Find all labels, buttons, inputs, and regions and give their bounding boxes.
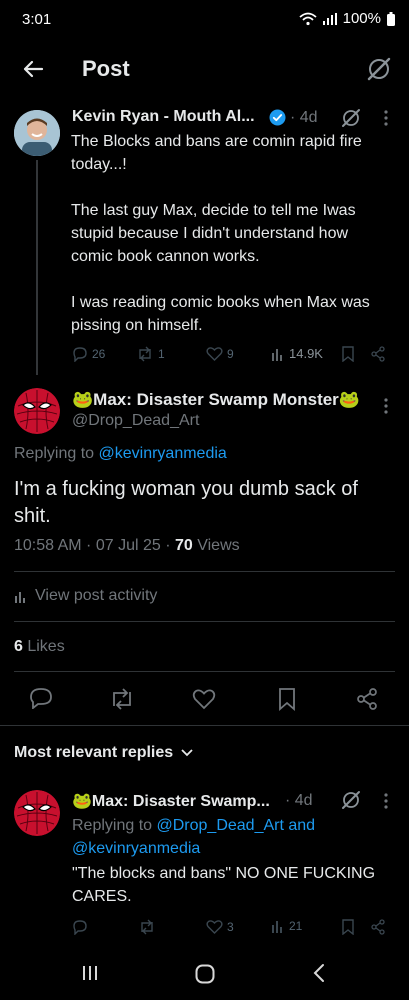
like-button[interactable] xyxy=(192,688,216,710)
avatar[interactable] xyxy=(14,110,60,156)
post-text: The Blocks and bans are comin rapid fire… xyxy=(71,130,393,337)
share-icon xyxy=(356,687,378,711)
repost-button[interactable] xyxy=(109,688,135,710)
divider xyxy=(14,621,395,622)
likes-label: Likes xyxy=(22,638,65,655)
post-time: · 4d xyxy=(285,792,313,809)
grok-icon[interactable] xyxy=(340,107,362,129)
share-icon xyxy=(370,919,386,935)
repost-icon xyxy=(138,919,156,935)
reply-button[interactable]: 26 xyxy=(72,346,105,362)
mention-link[interactable]: @kevinryanmedia xyxy=(72,840,200,857)
view-post-activity-label: View post activity xyxy=(35,587,158,604)
views-count: 21 xyxy=(289,919,303,933)
more-options-icon[interactable] xyxy=(383,792,389,810)
more-options-icon[interactable] xyxy=(383,397,389,415)
analytics-icon xyxy=(14,590,28,603)
mention-link[interactable]: @kevinryanmedia xyxy=(99,445,227,462)
divider xyxy=(14,671,395,672)
share-button[interactable] xyxy=(370,346,386,362)
grok-icon[interactable] xyxy=(365,55,393,83)
mention-and: and xyxy=(283,817,316,834)
share-icon xyxy=(370,346,386,362)
recent-apps-icon[interactable] xyxy=(80,963,100,983)
replies-sort-dropdown[interactable]: Most relevant replies xyxy=(14,744,193,762)
grok-icon[interactable] xyxy=(340,789,362,811)
heart-icon xyxy=(192,688,216,710)
reply-button[interactable] xyxy=(29,687,53,709)
reply-text: "The blocks and bans" NO ONE FUCKING CAR… xyxy=(72,865,376,905)
repost-button[interactable]: 1 xyxy=(136,346,165,362)
repost-button[interactable] xyxy=(138,919,156,935)
repost-icon xyxy=(109,688,135,710)
like-count: 3 xyxy=(227,920,234,934)
chevron-down-icon xyxy=(181,749,193,757)
like-count: 9 xyxy=(227,347,234,361)
heart-icon xyxy=(206,346,223,362)
bookmark-icon xyxy=(341,919,355,935)
verified-badge-icon xyxy=(269,109,286,126)
replying-to-label: Replying to xyxy=(72,817,153,834)
bookmark-icon xyxy=(341,346,355,362)
battery-icon xyxy=(387,11,395,26)
bookmark-button[interactable] xyxy=(277,687,297,711)
mention-link[interactable]: @Drop_Dead_Art xyxy=(157,817,284,834)
reply-count: 26 xyxy=(92,347,106,361)
replying-to-label: Replying to xyxy=(14,445,95,462)
bookmark-icon xyxy=(277,687,297,711)
views-button[interactable]: 21 xyxy=(271,919,302,933)
likes-count: 6 xyxy=(14,638,23,655)
divider xyxy=(14,571,395,572)
replying-to: Replying to @Drop_Dead_Art and @kevinrya… xyxy=(72,814,392,860)
views-icon xyxy=(271,347,285,361)
replies-sort-label: Most relevant replies xyxy=(14,744,174,761)
post-paragraph: I was reading comic books when Max was p… xyxy=(71,294,370,334)
divider xyxy=(0,725,409,726)
avatar[interactable] xyxy=(14,388,60,434)
post-paragraph: The last guy Max, decide to tell me Iwas… xyxy=(71,202,356,265)
status-time: 3:01 xyxy=(22,11,52,28)
repost-icon xyxy=(136,346,154,362)
reply-button[interactable] xyxy=(72,919,88,935)
system-back-icon[interactable] xyxy=(311,963,327,983)
author-name[interactable]: Kevin Ryan - Mouth Al... xyxy=(72,108,255,126)
author-name[interactable]: 🐸Max: Disaster Swamp... xyxy=(72,791,270,811)
likes-summary[interactable]: 6 Likes xyxy=(14,638,65,656)
home-icon[interactable] xyxy=(194,963,216,985)
views-count: 70 xyxy=(174,537,193,554)
more-options-icon[interactable] xyxy=(383,109,389,127)
signal-icon xyxy=(322,12,337,25)
replying-to: Replying to @kevinryanmedia xyxy=(14,445,227,463)
wifi-icon xyxy=(299,12,317,26)
bookmark-button[interactable] xyxy=(341,346,355,362)
post-paragraph: The Blocks and bans are comin rapid fire… xyxy=(71,133,362,173)
post-metadata: 10:58 AM · 07 Jul 25 · 70 Views xyxy=(14,537,240,555)
page-title: Post xyxy=(82,56,130,81)
reply-icon xyxy=(29,687,53,709)
like-button[interactable]: 9 xyxy=(206,346,234,362)
author-name[interactable]: 🐸Max: Disaster Swamp Monster🐸 xyxy=(72,390,360,410)
repost-count: 1 xyxy=(158,347,165,361)
avatar[interactable] xyxy=(14,790,60,836)
share-button[interactable] xyxy=(356,687,378,711)
views-label: Views xyxy=(192,537,240,554)
post-time: · 4d xyxy=(290,109,318,126)
like-button[interactable]: 3 xyxy=(206,919,234,935)
reply-icon xyxy=(72,919,88,935)
heart-icon xyxy=(206,919,223,935)
author-handle[interactable]: @Drop_Dead_Art xyxy=(72,412,199,430)
views-button[interactable]: 14.9K xyxy=(271,346,323,361)
status-icons: 100% xyxy=(299,10,395,27)
back-arrow-icon[interactable] xyxy=(18,54,48,84)
battery-level: 100% xyxy=(342,10,381,27)
post-text: I'm a fucking woman you dumb sack of shi… xyxy=(14,478,358,527)
share-button[interactable] xyxy=(370,919,386,935)
views-count: 14.9K xyxy=(289,346,323,361)
reply-icon xyxy=(72,346,88,362)
post-timestamp: 10:58 AM · 07 Jul 25 · xyxy=(14,537,175,554)
views-icon xyxy=(271,919,285,933)
view-post-activity-button[interactable]: View post activity xyxy=(14,587,157,605)
bookmark-button[interactable] xyxy=(341,919,355,935)
thread-line xyxy=(36,160,38,375)
